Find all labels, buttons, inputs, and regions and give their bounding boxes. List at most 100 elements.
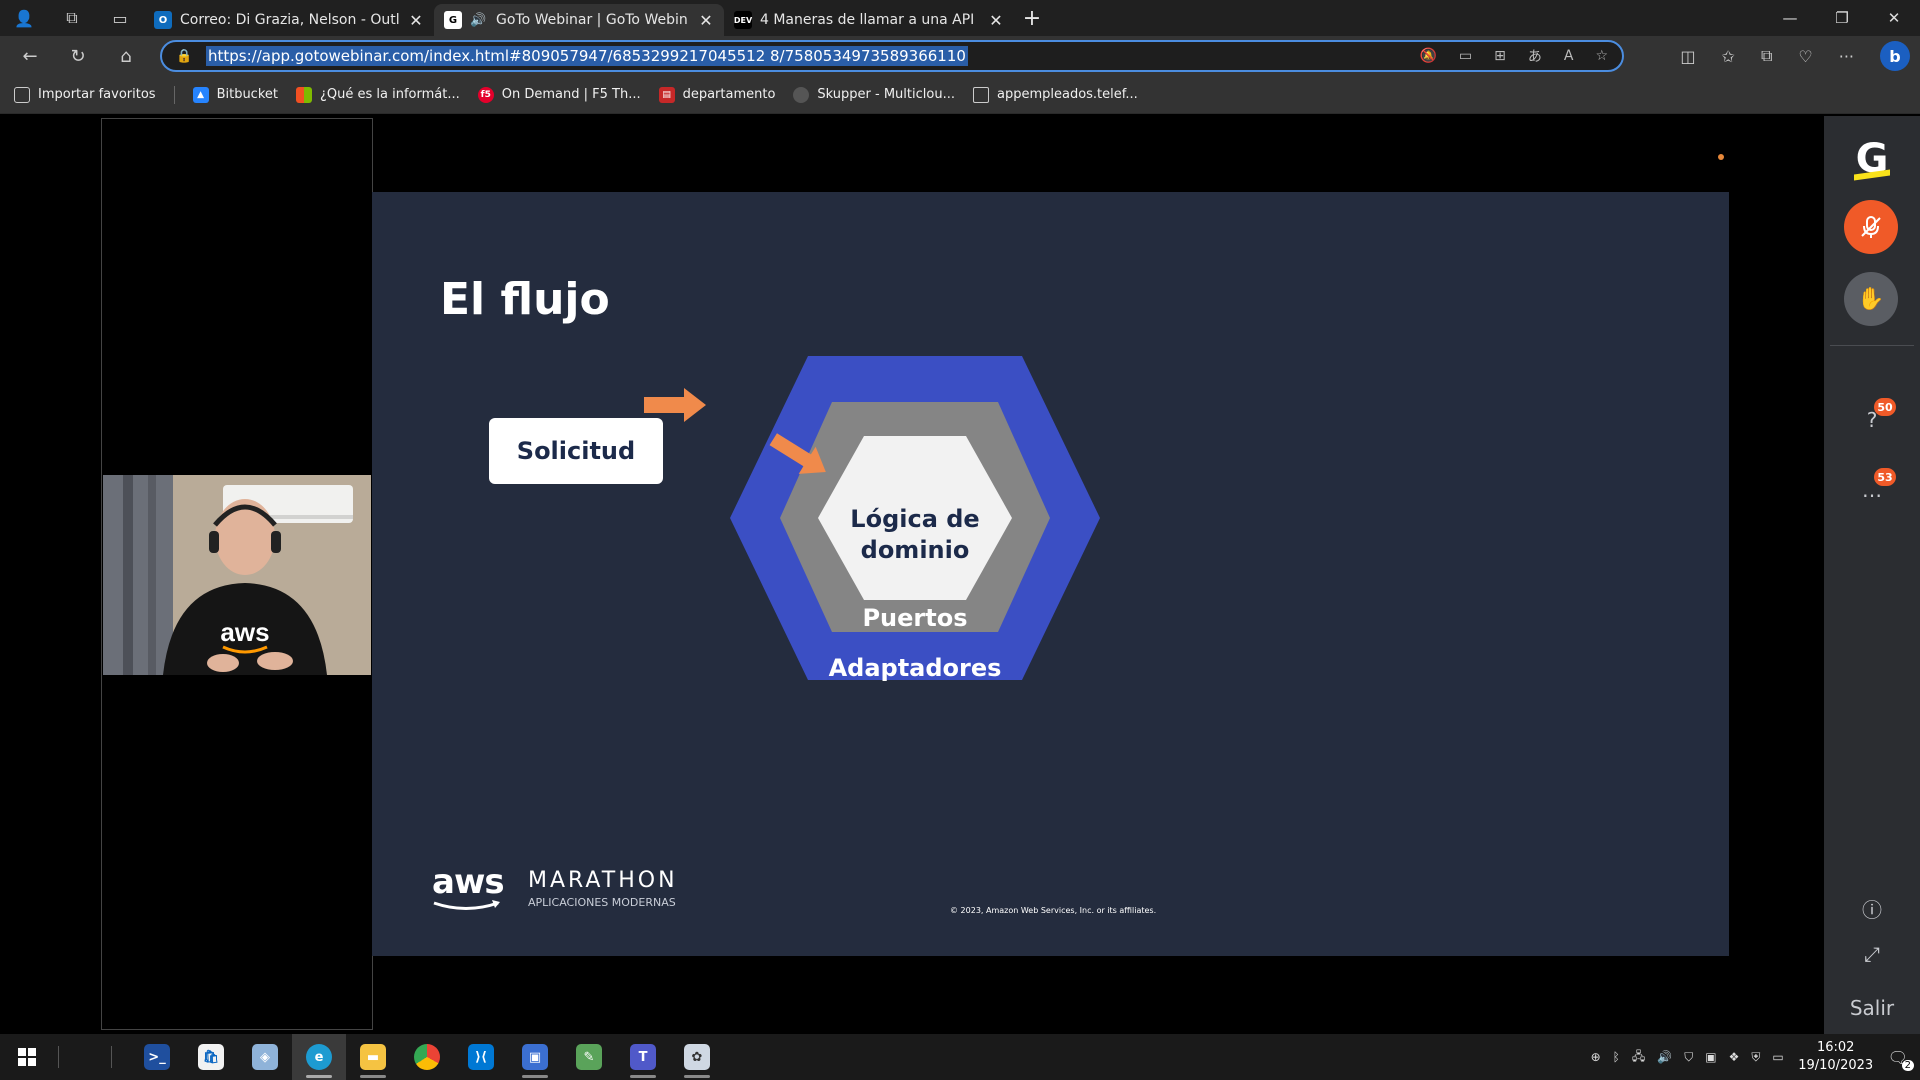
home-icon[interactable]: ⌂ — [102, 46, 150, 67]
clock-time: 16:02 — [1816, 1040, 1855, 1055]
network-icon[interactable]: 🖧 — [1632, 1047, 1645, 1068]
aws-logo: aws — [432, 862, 505, 902]
taskbar-search-divider — [58, 1046, 59, 1068]
favorites-icon[interactable]: ✩ — [1722, 47, 1735, 66]
taskbar-remote-desktop[interactable]: ▣ — [508, 1034, 562, 1080]
taskbar-notepad[interactable]: ✎ — [562, 1034, 616, 1080]
running-app-indicator — [360, 1075, 386, 1078]
tab-dev[interactable]: DEV 4 Maneras de llamar a una API R ✕ — [724, 4, 1014, 36]
bookmark-bitbucket[interactable]: ▲ Bitbucket — [192, 86, 278, 103]
restore-icon[interactable]: ❐ — [1816, 0, 1868, 36]
chat-badge: 53 — [1874, 468, 1896, 486]
window-controls: — ❐ ✕ — [1764, 0, 1920, 36]
new-tab-button[interactable]: + — [1014, 4, 1050, 36]
url-text[interactable]: https://app.gotowebinar.com/index.html#8… — [206, 46, 968, 66]
teams-tray-icon[interactable]: ❖ — [1729, 1050, 1740, 1064]
active-app-indicator — [306, 1075, 332, 1078]
taskbar-store[interactable]: 🛍 — [184, 1034, 238, 1080]
display-icon[interactable]: ▣ — [1705, 1050, 1716, 1064]
bookmark-import[interactable]: Importar favoritos — [14, 86, 156, 103]
bookmark-label: appempleados.telef... — [996, 87, 1138, 102]
battery-icon[interactable]: ▭ — [1772, 1050, 1783, 1064]
taskbar-explorer[interactable]: ▬ — [346, 1034, 400, 1080]
taskbar-chrome[interactable] — [400, 1034, 454, 1080]
bookmark-divider — [173, 85, 175, 104]
system-clock[interactable]: 16:02 19/10/2023 — [1796, 1039, 1876, 1075]
bookmark-microsoft[interactable]: ¿Qué es la informát... — [296, 86, 460, 103]
bookmark-departamento[interactable]: ▤ departamento — [658, 86, 775, 103]
bitbucket-icon: ▲ — [192, 86, 209, 103]
mute-site-icon[interactable]: 🔕 — [1419, 48, 1436, 64]
presentation-slide: El flujo Solicitud Lógica de dominio Pue… — [372, 192, 1729, 956]
info-button[interactable]: ⓘ — [1858, 894, 1886, 922]
vpn-icon[interactable]: ⊕ — [1591, 1050, 1601, 1064]
vscode-icon: ⟩⟨ — [468, 1044, 494, 1070]
exit-button[interactable]: Salir — [1824, 996, 1920, 1020]
domain-logic-line1: Lógica de — [850, 505, 980, 533]
minimize-icon[interactable]: — — [1764, 0, 1816, 36]
mic-muted-button[interactable] — [1844, 200, 1898, 254]
domain-logic-label: Lógica de dominio — [840, 504, 990, 566]
translate-icon[interactable]: あ — [1528, 46, 1542, 66]
browser-actions: ◫ ✩ ⧉ ♡ ··· b — [1680, 36, 1920, 76]
favorite-star-icon[interactable]: ☆ — [1595, 48, 1608, 64]
paint-palette-icon: ✿ — [684, 1044, 710, 1070]
speaker-icon[interactable]: 🔊 — [470, 13, 488, 28]
domain-logic-line2: dominio — [860, 536, 970, 564]
close-window-icon[interactable]: ✕ — [1868, 0, 1920, 36]
back-icon[interactable]: ← — [6, 46, 54, 67]
taskbar-teams[interactable]: T — [616, 1034, 670, 1080]
taskbar-powershell[interactable]: >_ — [130, 1034, 184, 1080]
bluetooth-icon[interactable]: ᛒ — [1613, 1050, 1620, 1064]
slide-copyright: © 2023, Amazon Web Services, Inc. or its… — [950, 906, 1157, 915]
bookmarks-bar: Importar favoritos ▲ Bitbucket ¿Qué es l… — [0, 76, 1920, 114]
taskbar-virtualbox[interactable]: ◈ — [238, 1034, 292, 1080]
close-tab-icon[interactable]: ✕ — [698, 11, 714, 30]
lock-icon[interactable]: 🔒 — [176, 49, 206, 64]
tab-gotowebinar[interactable]: G 🔊 GoTo Webinar | GoTo Webin ✕ — [434, 4, 724, 36]
collections-icon[interactable]: ⧉ — [1761, 46, 1772, 66]
bookmark-label: ¿Qué es la informát... — [320, 87, 460, 102]
sidebar-divider — [1830, 345, 1914, 346]
start-button[interactable] — [0, 1034, 54, 1080]
recording-indicator — [1718, 154, 1724, 160]
hand-icon: ✋ — [1857, 286, 1885, 312]
presenter-webcam: aws — [103, 475, 371, 675]
volume-icon[interactable]: 🔊 — [1657, 1050, 1672, 1064]
bookmark-f5[interactable]: f5 On Demand | F5 Th... — [477, 86, 641, 103]
chrome-icon — [414, 1044, 440, 1070]
taskbar-paint[interactable]: ✿ — [670, 1034, 724, 1080]
close-tab-icon[interactable]: ✕ — [988, 11, 1004, 30]
app-available-icon[interactable]: ▭ — [1459, 48, 1472, 64]
fullscreen-button[interactable]: ⤢ — [1858, 942, 1886, 970]
read-aloud-icon[interactable]: A — [1564, 48, 1574, 64]
reload-icon[interactable]: ↻ — [54, 46, 102, 67]
workspaces-icon[interactable]: ⧉ — [58, 4, 86, 32]
windows-logo-icon — [18, 1048, 36, 1066]
vertical-tabs-icon[interactable]: ▭ — [106, 4, 134, 32]
adapters-label: Adaptadores — [828, 654, 1002, 682]
address-bar[interactable]: 🔒 https://app.gotowebinar.com/index.html… — [160, 40, 1624, 72]
more-menu-icon[interactable]: ··· — [1839, 47, 1854, 66]
split-icon[interactable]: ⊞ — [1494, 48, 1506, 64]
defender-icon[interactable]: ⛨ — [1751, 1050, 1760, 1065]
dev-icon: DEV — [734, 11, 752, 29]
profile-avatar-icon[interactable]: 👤 — [10, 4, 38, 32]
f5-icon: f5 — [477, 86, 494, 103]
bing-copilot-icon[interactable]: b — [1880, 41, 1910, 71]
browser-essentials-icon[interactable]: ♡ — [1798, 47, 1812, 66]
tab-outlook[interactable]: O Correo: Di Grazia, Nelson - Outlo ✕ — [144, 4, 434, 36]
bookmark-appempleados[interactable]: appempleados.telef... — [972, 86, 1138, 103]
bookmark-skupper[interactable]: Skupper - Multiclou... — [793, 86, 955, 103]
close-tab-icon[interactable]: ✕ — [408, 11, 424, 30]
svg-text:aws: aws — [220, 617, 269, 647]
raise-hand-button[interactable]: ✋ — [1844, 272, 1898, 326]
taskbar-edge[interactable]: e — [292, 1034, 346, 1080]
bookmark-label: Importar favoritos — [38, 87, 156, 102]
taskbar-vscode[interactable]: ⟩⟨ — [454, 1034, 508, 1080]
video-panel: aws — [101, 118, 373, 1030]
split-screen-icon[interactable]: ◫ — [1680, 47, 1695, 66]
security-icon[interactable]: ⛉ — [1684, 1050, 1693, 1065]
notifications-icon[interactable]: 🗨 2 — [1888, 1048, 1914, 1071]
cube-icon: ◈ — [252, 1044, 278, 1070]
